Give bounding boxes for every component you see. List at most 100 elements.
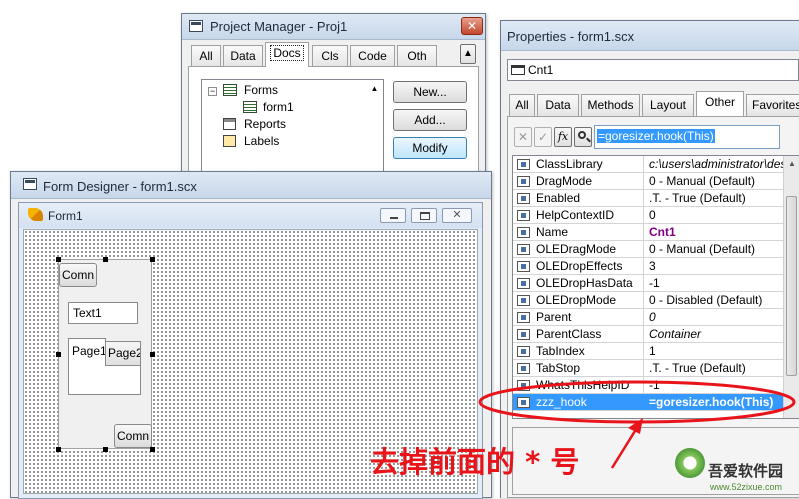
tab-layout[interactable]: Layout <box>642 94 694 116</box>
property-row[interactable]: OLEDropEffects 3 <box>513 258 799 275</box>
tree-expand-icon[interactable]: − <box>208 87 217 96</box>
property-value[interactable]: .T. - True (Default) <box>649 361 799 375</box>
tab-all[interactable]: All <box>509 94 535 116</box>
zoom-icon[interactable] <box>574 127 592 147</box>
property-value[interactable]: 1 <box>649 344 799 358</box>
close-icon[interactable]: ✕ <box>461 17 483 35</box>
column-separator <box>643 292 644 308</box>
property-row[interactable]: ClassLibrary c:\users\administrator\des <box>513 156 799 173</box>
collapse-arrow-button[interactable]: ▲ <box>460 44 476 64</box>
new-button[interactable]: New... <box>393 81 467 103</box>
tab-docs[interactable]: Docs <box>265 42 309 67</box>
property-value[interactable]: .T. - True (Default) <box>649 191 799 205</box>
property-edit-value: =goresizer.hook(This) <box>597 129 715 143</box>
forms-icon <box>223 84 237 96</box>
property-row[interactable]: OLEDropMode 0 - Disabled (Default) <box>513 292 799 309</box>
column-separator <box>643 360 644 376</box>
column-separator <box>643 258 644 274</box>
property-name: OLEDropMode <box>536 293 617 307</box>
selection-handle[interactable] <box>56 352 61 357</box>
property-row[interactable]: Enabled .T. - True (Default) <box>513 190 799 207</box>
property-value[interactable]: c:\users\administrator\des <box>649 157 799 171</box>
labels-icon <box>223 135 236 147</box>
minimize-icon[interactable] <box>380 208 406 223</box>
property-name: OLEDragMode <box>536 242 617 256</box>
object-combo[interactable]: Cnt1 <box>507 59 799 81</box>
property-value[interactable]: Cnt1 <box>649 225 799 239</box>
modify-button[interactable]: Modify <box>393 137 467 159</box>
tab-data[interactable]: Data <box>537 94 579 116</box>
selection-handle[interactable] <box>150 352 155 357</box>
property-value[interactable]: -1 <box>649 276 799 290</box>
property-value[interactable]: 0 - Disabled (Default) <box>649 293 799 307</box>
page2-label: Page2 <box>108 346 141 360</box>
command1-button[interactable]: Comn <box>59 263 97 287</box>
selection-handle[interactable] <box>150 447 155 452</box>
property-edit-field[interactable]: =goresizer.hook(This) <box>594 125 780 149</box>
tree-scroll-up-icon[interactable]: ▲ <box>368 82 381 95</box>
tree-item-labels[interactable]: Labels <box>244 134 279 148</box>
property-row[interactable]: TabStop .T. - True (Default) <box>513 360 799 377</box>
tree-item-forms[interactable]: Forms <box>244 83 278 97</box>
scroll-thumb[interactable] <box>786 196 797 376</box>
tab-data[interactable]: Data <box>223 45 263 67</box>
page2-tab[interactable]: Page2 <box>105 341 141 366</box>
property-row[interactable]: HelpContextID 0 <box>513 207 799 224</box>
property-row[interactable]: WhatsThisHelpID -1 <box>513 377 799 394</box>
selection-handle[interactable] <box>56 257 61 262</box>
project-manager-title: Project Manager - Proj1 <box>210 19 348 34</box>
property-row[interactable]: OLEDragMode 0 - Manual (Default) <box>513 241 799 258</box>
property-row[interactable]: OLEDropHasData -1 <box>513 275 799 292</box>
container-cnt1[interactable]: Comn Text1 Page1 Page2 Comn <box>58 259 152 449</box>
project-icon <box>189 20 203 32</box>
command2-button[interactable]: Comn <box>114 424 152 448</box>
property-value[interactable]: 0 <box>649 310 799 324</box>
scroll-up-icon[interactable]: ▲ <box>784 156 799 172</box>
tree-item-form1[interactable]: form1 <box>263 100 294 114</box>
project-manager-titlebar[interactable]: Project Manager - Proj1 ✕ <box>182 14 485 40</box>
property-row[interactable]: Parent 0 <box>513 309 799 326</box>
tab-code[interactable]: Code <box>350 45 395 67</box>
tab-oth[interactable]: Oth <box>397 45 437 67</box>
properties-titlebar[interactable]: Properties - form1.scx <box>501 21 799 51</box>
selection-handle[interactable] <box>150 257 155 262</box>
property-value[interactable]: 0 <box>649 208 799 222</box>
selection-handle[interactable] <box>103 447 108 452</box>
property-grid[interactable]: ClassLibrary c:\users\administrator\des Dr… <box>512 155 799 419</box>
property-value[interactable]: 0 - Manual (Default) <box>649 242 799 256</box>
property-value[interactable]: 3 <box>649 259 799 273</box>
cancel-icon[interactable]: ✕ <box>514 127 532 147</box>
function-icon[interactable]: fx <box>554 127 572 147</box>
form-designer-titlebar[interactable]: Form Designer - form1.scx <box>11 172 491 199</box>
property-icon <box>517 329 530 340</box>
property-row[interactable]: TabIndex 1 <box>513 343 799 360</box>
accept-icon[interactable]: ✓ <box>534 127 552 147</box>
maximize-icon[interactable] <box>411 208 437 223</box>
tab-cls[interactable]: Cls <box>312 45 348 67</box>
property-row[interactable]: ParentClass Container <box>513 326 799 343</box>
tree-item-reports[interactable]: Reports <box>244 117 286 131</box>
property-row-selected[interactable]: zzz_hook =goresizer.hook(This) <box>513 394 799 411</box>
tab-favorites[interactable]: Favorites <box>746 94 799 116</box>
selection-handle[interactable] <box>103 257 108 262</box>
tab-methods[interactable]: Methods <box>581 94 640 116</box>
close-icon[interactable]: ✕ <box>442 208 472 223</box>
add-button-label: Add... <box>414 113 446 127</box>
grid-scrollbar[interactable]: ▲ <box>783 156 799 418</box>
pageframe[interactable]: Page1 Page2 <box>68 338 143 396</box>
tab-label: All <box>199 49 213 63</box>
text1-field[interactable]: Text1 <box>68 302 138 324</box>
property-value[interactable]: 0 - Manual (Default) <box>649 174 799 188</box>
tab-other[interactable]: Other <box>696 91 744 116</box>
selection-handle[interactable] <box>56 447 61 452</box>
add-button[interactable]: Add... <box>393 109 467 131</box>
property-value[interactable]: Container <box>649 327 799 341</box>
property-name: HelpContextID <box>536 208 615 222</box>
form1-titlebar[interactable]: Form1 ✕ <box>19 203 482 228</box>
page1-tab[interactable]: Page1 <box>68 338 106 395</box>
property-name: OLEDropEffects <box>536 259 623 273</box>
property-value[interactable]: -1 <box>649 378 799 392</box>
tab-all[interactable]: All <box>191 45 221 67</box>
property-row[interactable]: DragMode 0 - Manual (Default) <box>513 173 799 190</box>
property-row[interactable]: Name Cnt1 <box>513 224 799 241</box>
